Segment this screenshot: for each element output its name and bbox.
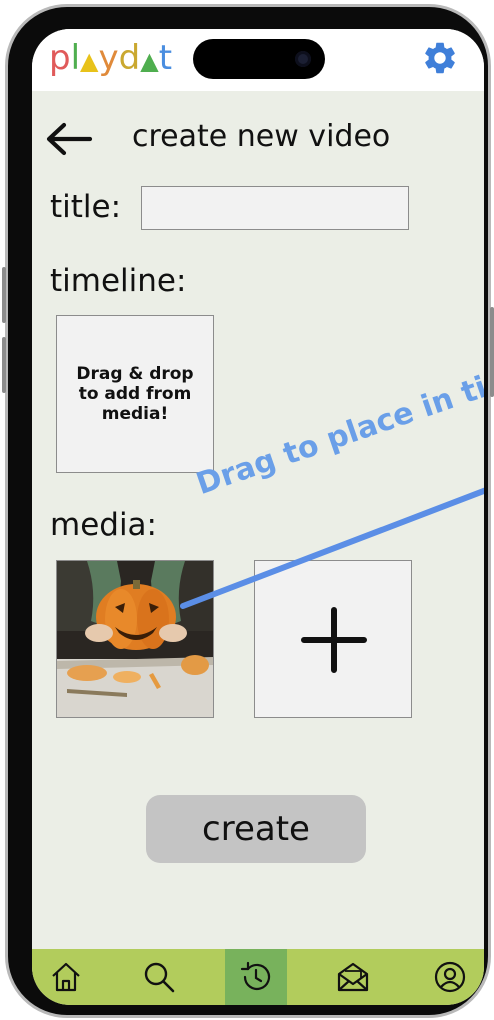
nav-history[interactable]	[225, 949, 287, 1005]
power-button	[490, 307, 494, 397]
logo-letter: ▲	[140, 47, 159, 75]
volume-button	[2, 267, 6, 323]
drop-hint: Drag & drop to add from media!	[76, 364, 194, 424]
nav-profile[interactable]	[419, 949, 481, 1005]
logo-letter: l	[70, 38, 81, 78]
media-label: media:	[50, 507, 158, 543]
pumpkin-photo	[57, 561, 213, 717]
profile-icon	[434, 961, 466, 993]
timeline-drop-zone[interactable]: Drag & drop to add from media!	[56, 315, 214, 473]
inbox-icon	[337, 962, 369, 992]
screen: pl▲yd▲t create new video title: timeline…	[32, 29, 484, 1005]
search-icon	[144, 962, 175, 993]
phone-frame: pl▲yd▲t create new video title: timeline…	[2, 4, 494, 1018]
bottom-nav	[32, 949, 484, 1005]
camera-lens	[295, 51, 311, 67]
logo-letter: d	[118, 38, 141, 78]
logo-letter: t	[158, 38, 173, 78]
title-label: title:	[50, 189, 122, 225]
drag-annotation: Drag to place in ti	[192, 369, 484, 503]
media-thumbnail-pumpkin[interactable]	[56, 560, 214, 718]
volume-button	[2, 337, 6, 393]
nav-inbox[interactable]	[322, 949, 384, 1005]
logo-letter: y	[98, 38, 119, 78]
arrow-left-icon[interactable]	[44, 121, 94, 157]
plus-icon	[301, 607, 367, 673]
nav-search[interactable]	[128, 949, 190, 1005]
timeline-label: timeline:	[50, 263, 187, 299]
gear-icon[interactable]	[421, 39, 459, 77]
logo-letter: p	[49, 38, 71, 78]
playdat-logo: pl▲yd▲t	[49, 38, 172, 78]
page-title: create new video	[132, 119, 391, 154]
add-media-button[interactable]	[254, 560, 412, 718]
create-button[interactable]: create	[146, 795, 366, 863]
logo-letter: ▲	[80, 47, 99, 75]
history-icon	[240, 961, 271, 991]
home-icon	[52, 962, 80, 992]
camera-notch	[193, 39, 325, 79]
title-input[interactable]	[141, 186, 409, 230]
top-bar: pl▲yd▲t	[32, 29, 484, 91]
nav-home[interactable]	[35, 949, 97, 1005]
